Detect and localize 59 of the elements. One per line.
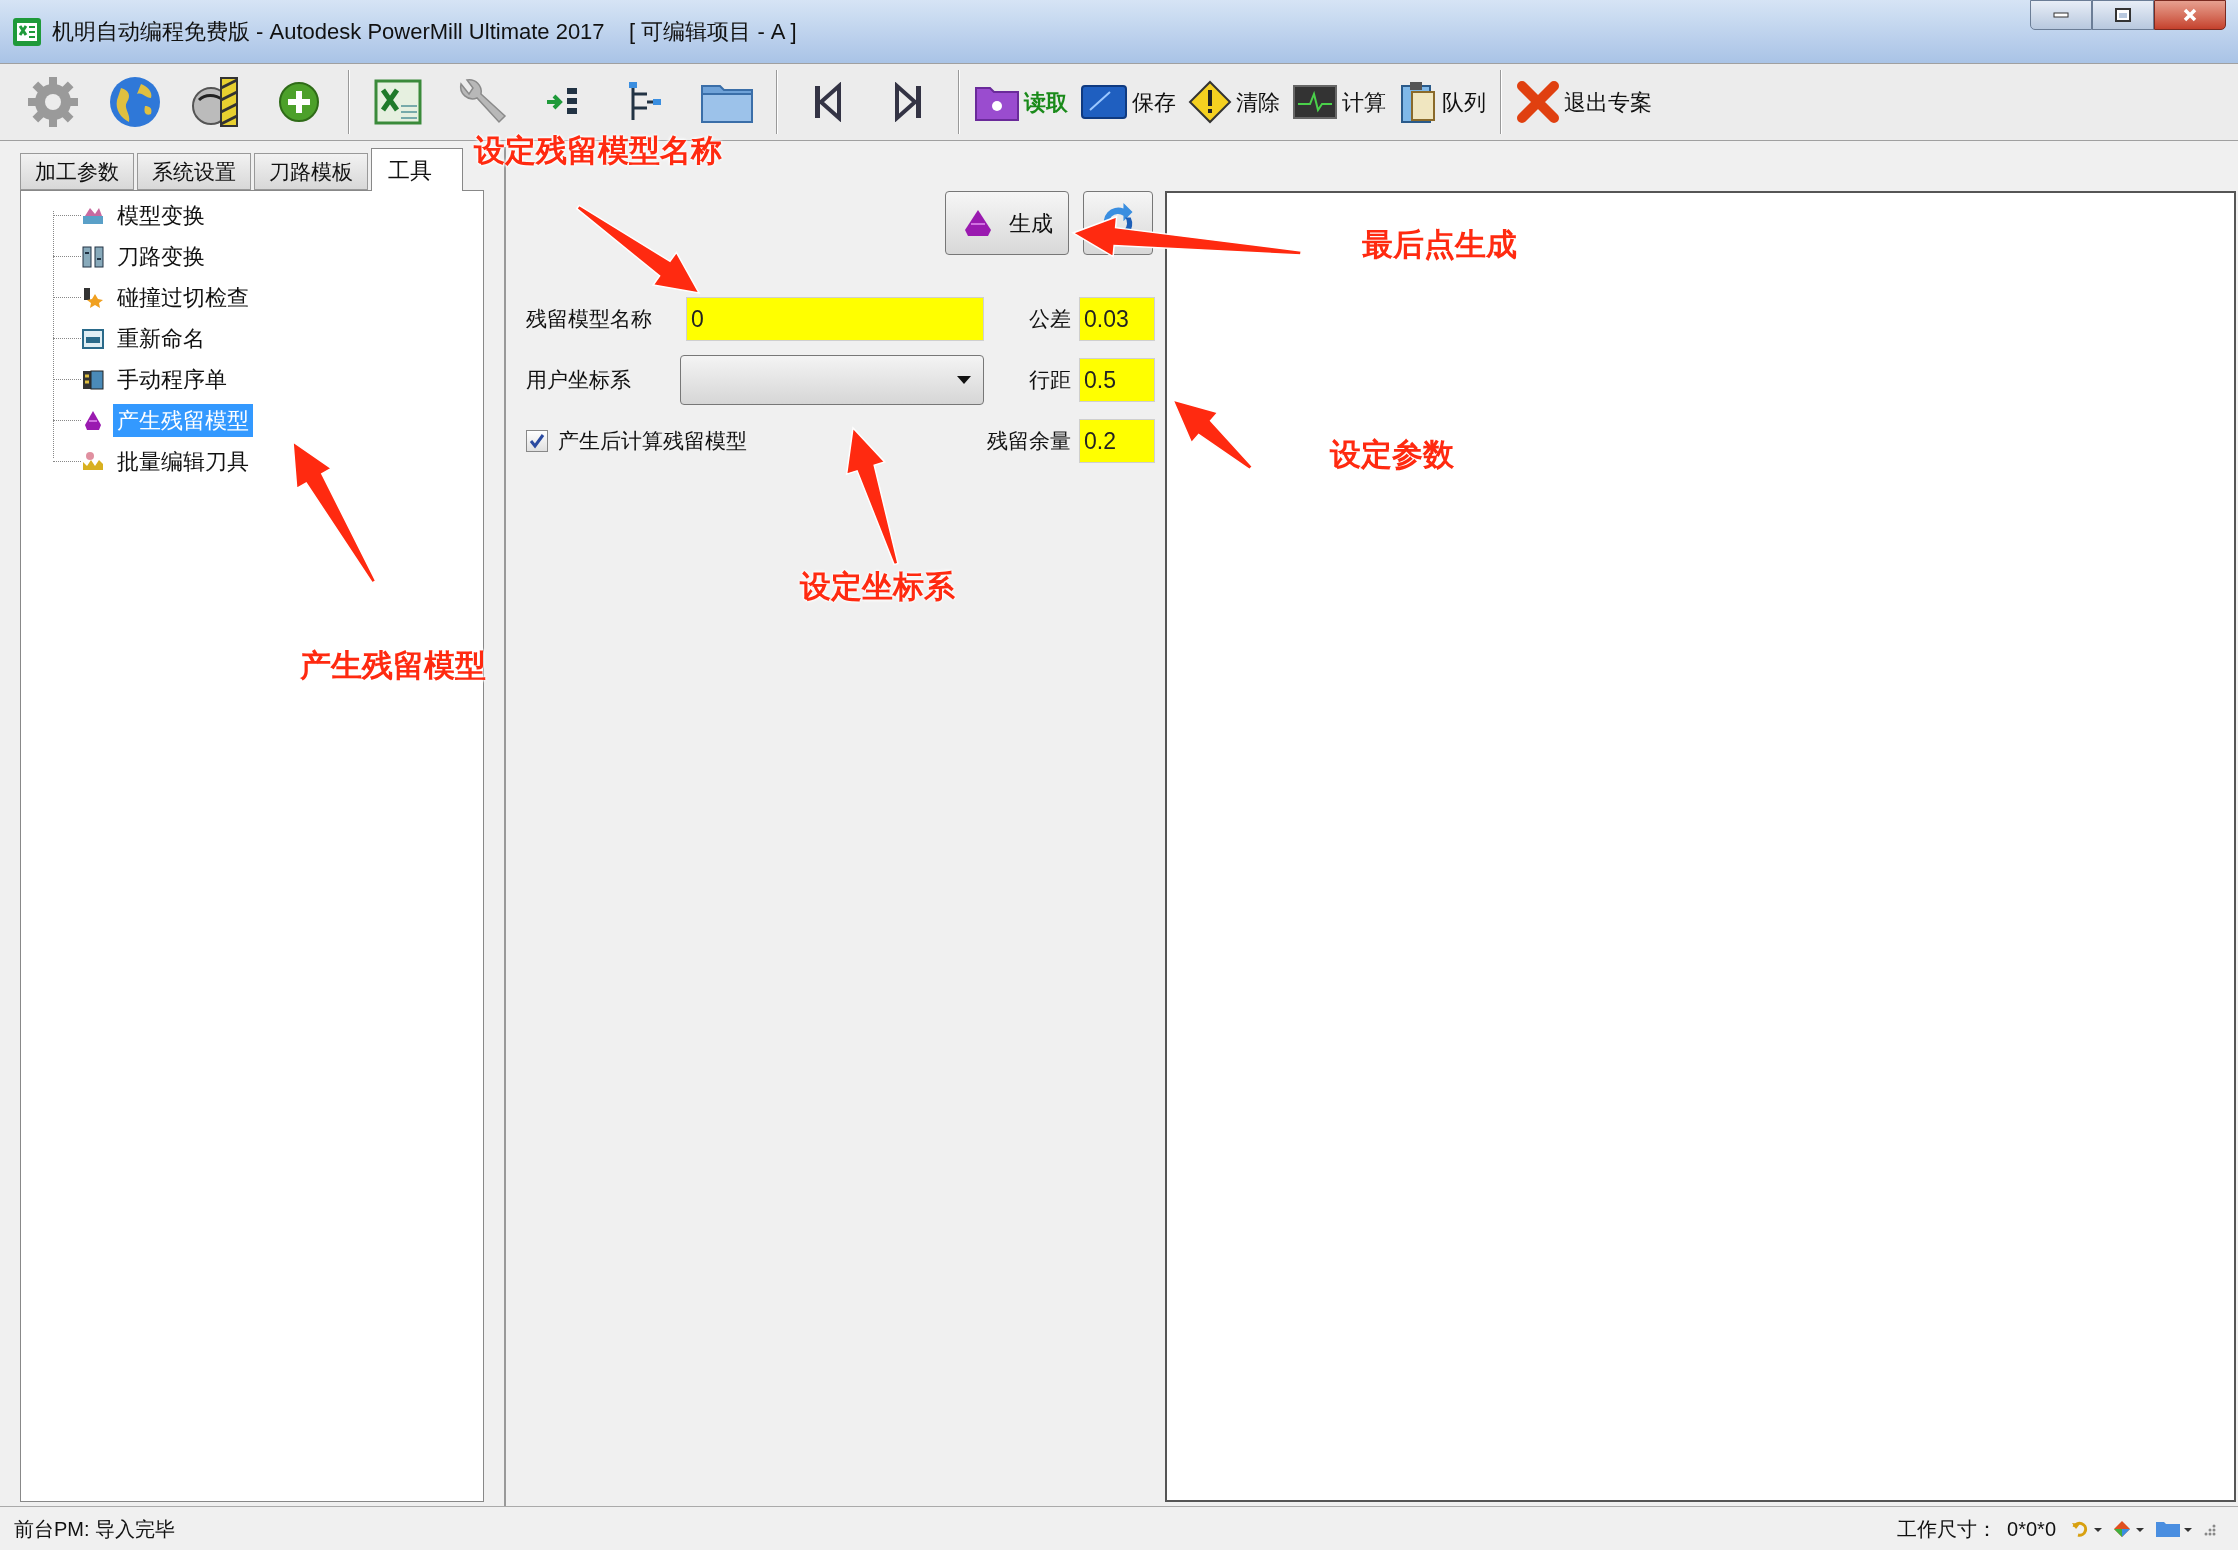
checkbox-label: 产生后计算残留模型 bbox=[558, 428, 747, 455]
toolbar-button[interactable]: 退出专案 bbox=[1510, 67, 1658, 137]
clipboard-icon bbox=[1398, 80, 1438, 124]
gear-icon bbox=[25, 74, 81, 130]
toolbar-button[interactable]: 保存 bbox=[1074, 67, 1182, 137]
maximize-icon bbox=[2115, 8, 2131, 22]
field-label: 残留模型名称 bbox=[526, 306, 653, 333]
field-label: 行距 bbox=[1029, 367, 1071, 394]
annotation-label: 最后点生成 bbox=[1362, 226, 1517, 264]
size-label: 工作尺寸： bbox=[1897, 1516, 1998, 1542]
toolbar-button[interactable]: 计算 bbox=[1286, 67, 1392, 137]
field-label: 用户坐标系 bbox=[526, 367, 632, 394]
field-label: 残留余量 bbox=[987, 428, 1071, 455]
tab[interactable]: 刀路模板 bbox=[254, 153, 368, 190]
number-field[interactable]: 0.5 bbox=[1079, 358, 1155, 402]
warning-icon bbox=[1188, 80, 1232, 124]
toolbar-button[interactable]: 清除 bbox=[1182, 67, 1286, 137]
caret-icon bbox=[957, 376, 971, 384]
coordinate-dropdown[interactable] bbox=[680, 355, 984, 405]
name-field[interactable]: 0 bbox=[686, 297, 984, 341]
minimize-button[interactable] bbox=[2030, 0, 2092, 30]
tree-item[interactable]: 手动程序单 bbox=[113, 363, 231, 396]
toolpath-icon bbox=[81, 244, 105, 269]
minimize-icon bbox=[2053, 12, 2069, 18]
annotation-label: 产生残留模型 bbox=[300, 647, 486, 685]
app-icon bbox=[12, 16, 42, 47]
star-icon bbox=[81, 285, 105, 310]
annotation-label: 设定参数 bbox=[1330, 436, 1454, 474]
size-value: 0*0*0 bbox=[2007, 1516, 2056, 1542]
annotation-label: 设定坐标系 bbox=[800, 568, 955, 606]
tree-item[interactable]: 刀路变换 bbox=[113, 240, 209, 273]
tree-item[interactable]: 批量编辑刀具 bbox=[113, 445, 253, 478]
globe-icon bbox=[107, 74, 163, 130]
toolbar-button[interactable]: 读取 bbox=[968, 67, 1074, 137]
close-button[interactable] bbox=[2154, 0, 2226, 30]
toolbar-button[interactable]: 队列 bbox=[1392, 67, 1492, 137]
list-icon bbox=[81, 367, 105, 392]
window-title: 机明自动编程免费版 - Autodesk PowerMill Ultimate 2017 [ 可编辑项目 - A ] bbox=[52, 18, 797, 46]
field-label: 公差 bbox=[1029, 306, 1071, 333]
color-icon bbox=[2112, 1518, 2146, 1539]
close-icon bbox=[1516, 80, 1560, 124]
tree-item[interactable]: 模型变换 bbox=[113, 199, 209, 232]
status-message: 前台PM: 导入完毕 bbox=[14, 1516, 176, 1542]
tree-item[interactable]: 重新命名 bbox=[113, 322, 209, 355]
number-field[interactable]: 0.2 bbox=[1079, 419, 1155, 463]
tab[interactable]: 加工参数 bbox=[20, 153, 134, 190]
pulse-monitor-icon bbox=[1292, 82, 1338, 122]
generate-button[interactable]: 生成 bbox=[945, 191, 1069, 255]
monitor-icon bbox=[1080, 82, 1128, 122]
tree-item[interactable]: 碰撞过切检查 bbox=[113, 281, 253, 314]
close-icon bbox=[2182, 7, 2198, 23]
tab[interactable]: 工具 bbox=[371, 148, 463, 191]
window-icon bbox=[81, 326, 105, 351]
tab[interactable]: 系统设置 bbox=[137, 153, 251, 190]
annotation-label: 设定残留模型名称 bbox=[474, 132, 722, 170]
add-icon bbox=[277, 80, 321, 124]
maximize-button[interactable] bbox=[2092, 0, 2154, 30]
checkbox[interactable] bbox=[526, 430, 548, 452]
number-field[interactable]: 0.03 bbox=[1079, 297, 1155, 341]
